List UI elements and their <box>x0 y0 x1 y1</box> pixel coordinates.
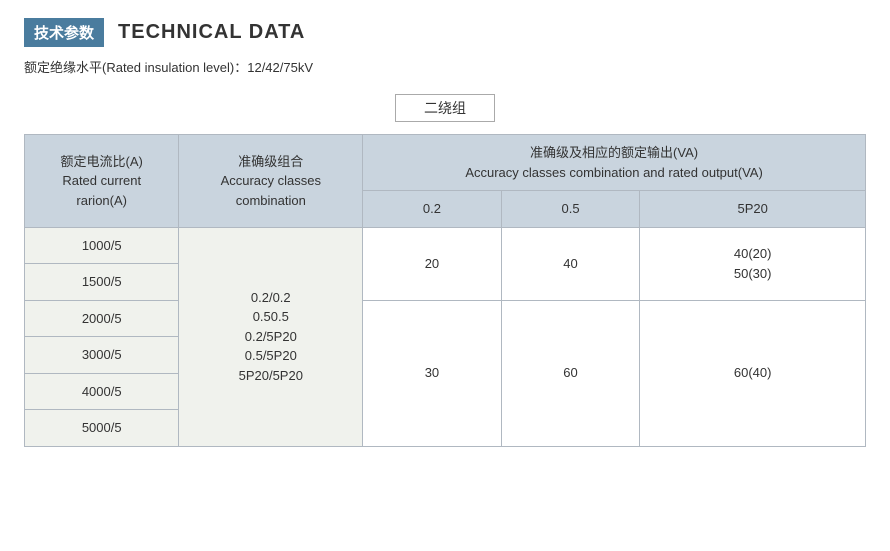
current-4000: 4000/5 <box>25 373 179 410</box>
combo-all: 0.2/0.20.50.50.2/5P200.5/5P205P20/5P20 <box>179 227 363 446</box>
sub-col-02: 0.2 <box>363 191 502 228</box>
output-g2-02: 30 <box>363 300 502 446</box>
current-3000: 3000/5 <box>25 337 179 374</box>
sub-col-5p20: 5P20 <box>640 191 866 228</box>
page-header: 技术参数 TECHNICAL DATA <box>24 18 866 47</box>
current-1000: 1000/5 <box>25 227 179 264</box>
output-g2-05: 60 <box>501 300 640 446</box>
current-2000: 2000/5 <box>25 300 179 337</box>
output-g1-5p20: 40(20) 50(30) <box>640 227 866 300</box>
output-g2-5p20: 60(40) <box>640 300 866 446</box>
sub-col-05: 0.5 <box>501 191 640 228</box>
section-label-row: 二绕组 <box>24 94 866 122</box>
page-title: TECHNICAL DATA <box>118 21 305 44</box>
col-combo-header: 准确级组合 Accuracy classes combination <box>179 135 363 228</box>
current-1500: 1500/5 <box>25 264 179 301</box>
output-g1-02: 20 <box>363 227 502 300</box>
table-row: 1000/5 0.2/0.20.50.50.2/5P200.5/5P205P20… <box>25 227 866 264</box>
current-5000: 5000/5 <box>25 410 179 447</box>
table-row: 2000/5 30 60 60(40) <box>25 300 866 337</box>
section-label: 二绕组 <box>395 94 495 122</box>
col-output-header: 准确级及相应的额定输出(VA) Accuracy classes combina… <box>363 135 866 191</box>
col-current-header: 额定电流比(A) Rated current rarion(A) <box>25 135 179 228</box>
subtitle: 额定绝缘水平(Rated insulation level)：12/42/75k… <box>24 57 866 76</box>
tech-badge: 技术参数 <box>24 18 104 47</box>
technical-data-table: 额定电流比(A) Rated current rarion(A) 准确级组合 A… <box>24 134 866 447</box>
output-g1-05: 40 <box>501 227 640 300</box>
